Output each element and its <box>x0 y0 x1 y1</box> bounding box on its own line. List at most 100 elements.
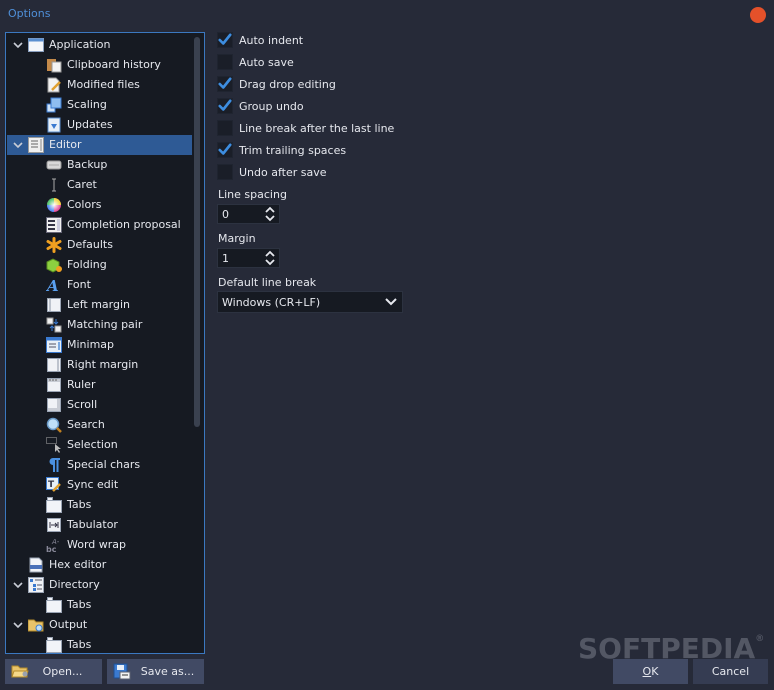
checkbox[interactable] <box>217 98 233 114</box>
tree-item-editor[interactable]: Editor <box>7 135 192 155</box>
tree-item-label: Output <box>49 618 88 631</box>
tree-item-label: Right margin <box>67 358 139 371</box>
tree-item-colors[interactable]: Colors <box>7 195 192 215</box>
line-spacing-spinner[interactable]: 0 <box>217 204 280 224</box>
tree-item-sync-edit[interactable]: T Sync edit <box>7 475 192 495</box>
directory-tree-icon <box>28 577 44 593</box>
hex-file-icon <box>28 557 44 573</box>
tree-item-directory[interactable]: Directory <box>7 575 192 595</box>
checkbox[interactable] <box>217 120 233 136</box>
line-spacing-value[interactable]: 0 <box>222 208 229 221</box>
option-label: Trim trailing spaces <box>239 143 347 157</box>
tree-item-backup[interactable]: Backup <box>7 155 192 175</box>
margin-value[interactable]: 1 <box>222 252 229 265</box>
option-undo-after-save[interactable]: Undo after save <box>217 163 327 181</box>
checkmark-icon <box>218 77 232 89</box>
default-line-break-select[interactable]: Windows (CR+LF) <box>217 291 403 313</box>
checkbox[interactable] <box>217 142 233 158</box>
tree-item-right-margin[interactable]: Right margin <box>7 355 192 375</box>
tree-item-tabs[interactable]: Tabs <box>7 495 192 515</box>
tree-item-label: Left margin <box>67 298 130 311</box>
option-trim-trailing-spaces[interactable]: Trim trailing spaces <box>217 141 346 159</box>
checkmark-icon <box>218 143 232 155</box>
tree-item-scroll[interactable]: Scroll <box>7 395 192 415</box>
spin-arrows-icon[interactable] <box>265 206 275 222</box>
tree-item-label: Font <box>67 278 91 291</box>
spin-arrows-icon[interactable] <box>265 250 275 266</box>
watermark-mark: ® <box>755 634 765 644</box>
tree-item-word-wrap[interactable]: A-bc Word wrap <box>7 535 192 555</box>
tree-item-output[interactable]: Output <box>7 615 192 635</box>
checkbox[interactable] <box>217 54 233 70</box>
checkbox[interactable] <box>217 32 233 48</box>
tree-item-defaults[interactable]: Defaults <box>7 235 192 255</box>
option-line-break-after-the-last-line[interactable]: Line break after the last line <box>217 119 394 137</box>
tree-item-application[interactable]: Application <box>7 35 192 55</box>
margin-spinner[interactable]: 1 <box>217 248 280 268</box>
tree-item-special-chars[interactable]: Special chars <box>7 455 192 475</box>
tree-item-label: Completion proposal <box>67 218 181 231</box>
document-edit-icon <box>46 77 62 93</box>
checkbox[interactable] <box>217 164 233 180</box>
asterisk-icon <box>46 237 62 253</box>
chevron-down-icon[interactable] <box>385 297 397 307</box>
chevron-down-icon[interactable] <box>13 140 23 150</box>
cancel-button[interactable]: Cancel <box>693 659 768 684</box>
tree-item-label: Tabulator <box>67 518 118 531</box>
tree-scrollbar[interactable] <box>194 37 200 427</box>
word-wrap-icon: A-bc <box>46 537 62 554</box>
tree-item-label: Folding <box>67 258 107 271</box>
tree-item-label: Defaults <box>67 238 113 251</box>
tree-item-modified-files[interactable]: Modified files <box>7 75 192 95</box>
selection-icon <box>46 437 62 453</box>
option-label: Auto indent <box>239 33 304 47</box>
tree-item-label: Colors <box>67 198 102 211</box>
tree-item-hex-editor[interactable]: Hex editor <box>7 555 192 575</box>
tree-item-search[interactable]: Search <box>7 415 192 435</box>
tree-item-label: Directory <box>49 578 100 591</box>
tree-item-scaling[interactable]: Scaling <box>7 95 192 115</box>
chevron-down-icon[interactable] <box>13 620 23 630</box>
save-as-button[interactable]: Save as... <box>107 659 204 684</box>
tree-item-tabs[interactable]: Tabs <box>7 635 192 653</box>
checkbox[interactable] <box>217 76 233 92</box>
option-drag-drop-editing[interactable]: Drag drop editing <box>217 75 336 93</box>
tree-item-caret[interactable]: Caret <box>7 175 192 195</box>
options-tree[interactable]: Application Clipboard history Modified fil… <box>5 32 205 654</box>
tree-item-label: Tabs <box>67 498 92 511</box>
line-spacing-label: Line spacing <box>218 188 287 201</box>
tree-item-tabulator[interactable]: Tabulator <box>7 515 192 535</box>
option-group-undo[interactable]: Group undo <box>217 97 304 115</box>
tree-item-label: Sync edit <box>67 478 119 491</box>
tree-item-minimap[interactable]: Minimap <box>7 335 192 355</box>
option-auto-indent[interactable]: Auto indent <box>217 31 303 49</box>
open-button[interactable]: Open... <box>5 659 102 684</box>
ok-button[interactable]: OK <box>613 659 688 684</box>
ruler-icon <box>46 377 62 393</box>
option-auto-save[interactable]: Auto save <box>217 53 294 71</box>
chevron-down-icon[interactable] <box>13 40 23 50</box>
scroll-icon <box>46 397 62 413</box>
chevron-down-icon[interactable] <box>13 580 23 590</box>
default-line-break-label: Default line break <box>218 276 317 289</box>
svg-text:A: A <box>46 277 59 293</box>
tree-item-label: Tabs <box>67 638 92 651</box>
tree-item-label: Special chars <box>67 458 141 471</box>
tree-item-matching-pair[interactable]: Matching pair <box>7 315 192 335</box>
default-line-break-value: Windows (CR+LF) <box>222 295 321 309</box>
tabulator-icon <box>46 517 62 533</box>
tree-item-selection[interactable]: Selection <box>7 435 192 455</box>
font-icon: A <box>45 277 62 295</box>
tree-item-completion-proposal[interactable]: Completion proposal <box>7 215 192 235</box>
tree-item-updates[interactable]: Updates <box>7 115 192 135</box>
tree-item-font[interactable]: A Font <box>7 275 192 295</box>
tree-item-folding[interactable]: Folding <box>7 255 192 275</box>
close-button[interactable] <box>750 7 766 23</box>
editor-icon <box>28 137 44 153</box>
tree-item-ruler[interactable]: Ruler <box>7 375 192 395</box>
tree-item-left-margin[interactable]: Left margin <box>7 295 192 315</box>
margin-label: Margin <box>218 232 256 245</box>
tree-item-clipboard-history[interactable]: Clipboard history <box>7 55 192 75</box>
open-button-label: Open... <box>42 665 83 678</box>
tree-item-tabs[interactable]: Tabs <box>7 595 192 615</box>
